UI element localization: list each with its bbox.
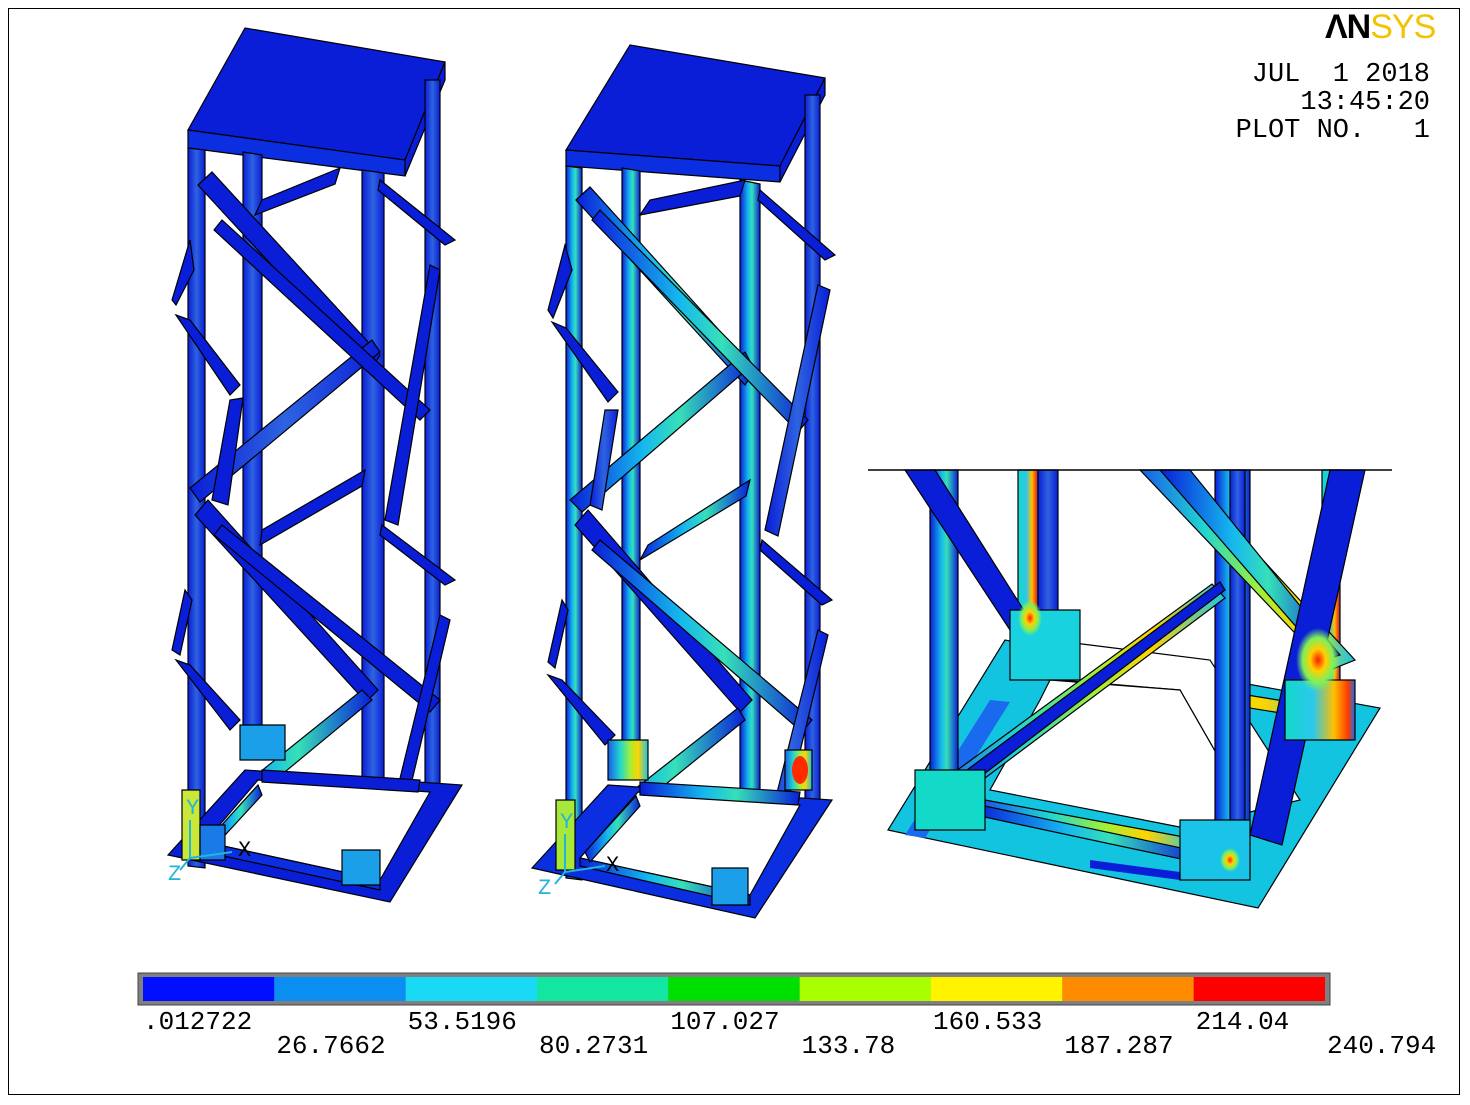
legend-band-2 [405, 977, 537, 1001]
legend-tick-6: 160.533 [933, 1007, 1043, 1037]
legend-tick-4: 107.027 [670, 1007, 780, 1037]
plot-number: PLOT NO. 1 [1235, 116, 1430, 146]
legend-tick-7: 187.287 [1064, 1031, 1174, 1061]
axis-label-z-1: Z [168, 862, 182, 887]
axis-label-y-2: Y [560, 810, 574, 835]
legend-tick-0: .012722 [143, 1007, 253, 1037]
color-legend [137, 972, 1331, 1006]
ansys-logo: ΛNSYS [1325, 8, 1436, 46]
axis-label-z-2: Z [538, 876, 552, 901]
legend-band-3 [537, 977, 669, 1001]
plot-date: JUL 1 2018 [1251, 60, 1430, 90]
tower-1 [166, 27, 464, 903]
legend-band-7 [1062, 977, 1194, 1001]
legend-tick-3: 80.2731 [539, 1031, 649, 1061]
logo-left: ΛN [1325, 8, 1371, 46]
axis-label-y-1: Y [186, 796, 200, 821]
legend-band-1 [274, 977, 406, 1001]
legend-tick-8: 214.04 [1195, 1007, 1290, 1037]
legend-tick-5: 133.78 [801, 1031, 896, 1061]
legend-band-5 [799, 977, 931, 1001]
axis-label-x-2: X [606, 853, 620, 878]
fea-stress-plot [137, 27, 1392, 1006]
legend-tick-2: 53.5196 [407, 1007, 517, 1037]
legend-band-0 [143, 977, 275, 1001]
zoom-detail [868, 469, 1392, 909]
plot-time: 13:45:20 [1300, 88, 1430, 118]
logo-right: SYS [1370, 8, 1436, 46]
legend-tick-9: 240.794 [1327, 1031, 1437, 1061]
tower-2 [530, 44, 837, 919]
legend-tick-1: 26.7662 [276, 1031, 386, 1061]
axis-label-x-1: X [238, 838, 252, 863]
legend-band-6 [931, 977, 1063, 1001]
legend-band-4 [668, 977, 800, 1001]
legend-band-8 [1193, 977, 1325, 1001]
